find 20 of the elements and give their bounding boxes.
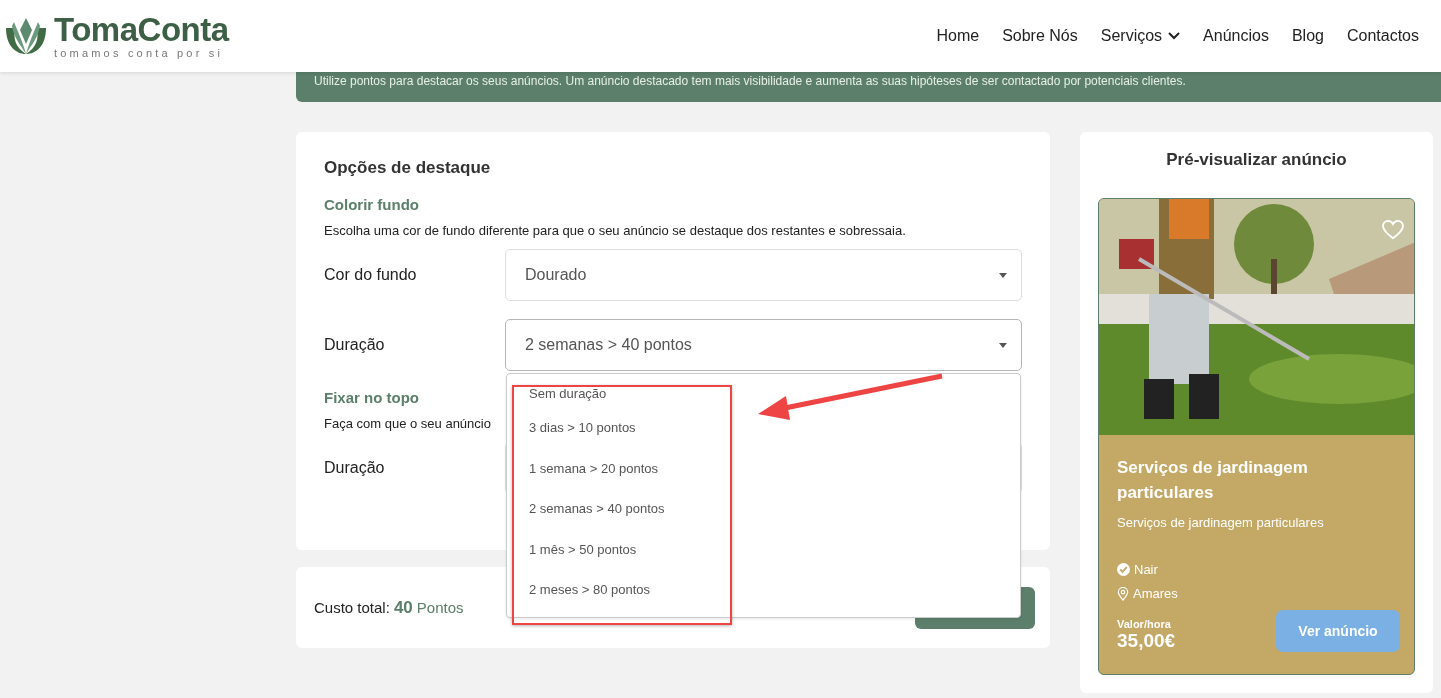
option-heading: Colorir fundo [324,196,419,213]
total-label: Custo total: [314,599,390,616]
price-label: Valor/hora [1117,618,1172,630]
option-heading: Fixar no topo [324,389,419,406]
logo-tagline: tomamos conta por si [54,47,225,59]
section-title: Opções de destaque [324,158,492,178]
field-label: Duração [324,336,386,354]
option-description: Escolha uma cor de fundo diferente para que o seu anúncio se destaque dos restantes e sobressaia. [324,223,906,238]
total-unit: Pontos [416,599,464,616]
ad-title: Serviços de jardinagem particulares [1117,457,1309,504]
field-label: Duração [324,459,386,477]
field-label: Cor do fundo [324,266,418,284]
option-description: Faça com que o seu anúncio [324,416,491,431]
banner-text: Utilize pontos para destacar os seus anúncios. Um anúncio destacado tem mais visibilidade e aumenta as suas hipóteses de ser contactado por potenciais clientes. [314,74,1186,88]
price-value: 35,00€ [1117,630,1176,652]
ad-subtitle: Serviços de jardinagem particulares [1117,515,1325,530]
total-amount: 40 [393,597,413,618]
preview-title: Pré-visualizar anúncio [1165,150,1348,170]
author-name: Nair [1134,562,1158,577]
location-text: Amares [1133,586,1178,601]
